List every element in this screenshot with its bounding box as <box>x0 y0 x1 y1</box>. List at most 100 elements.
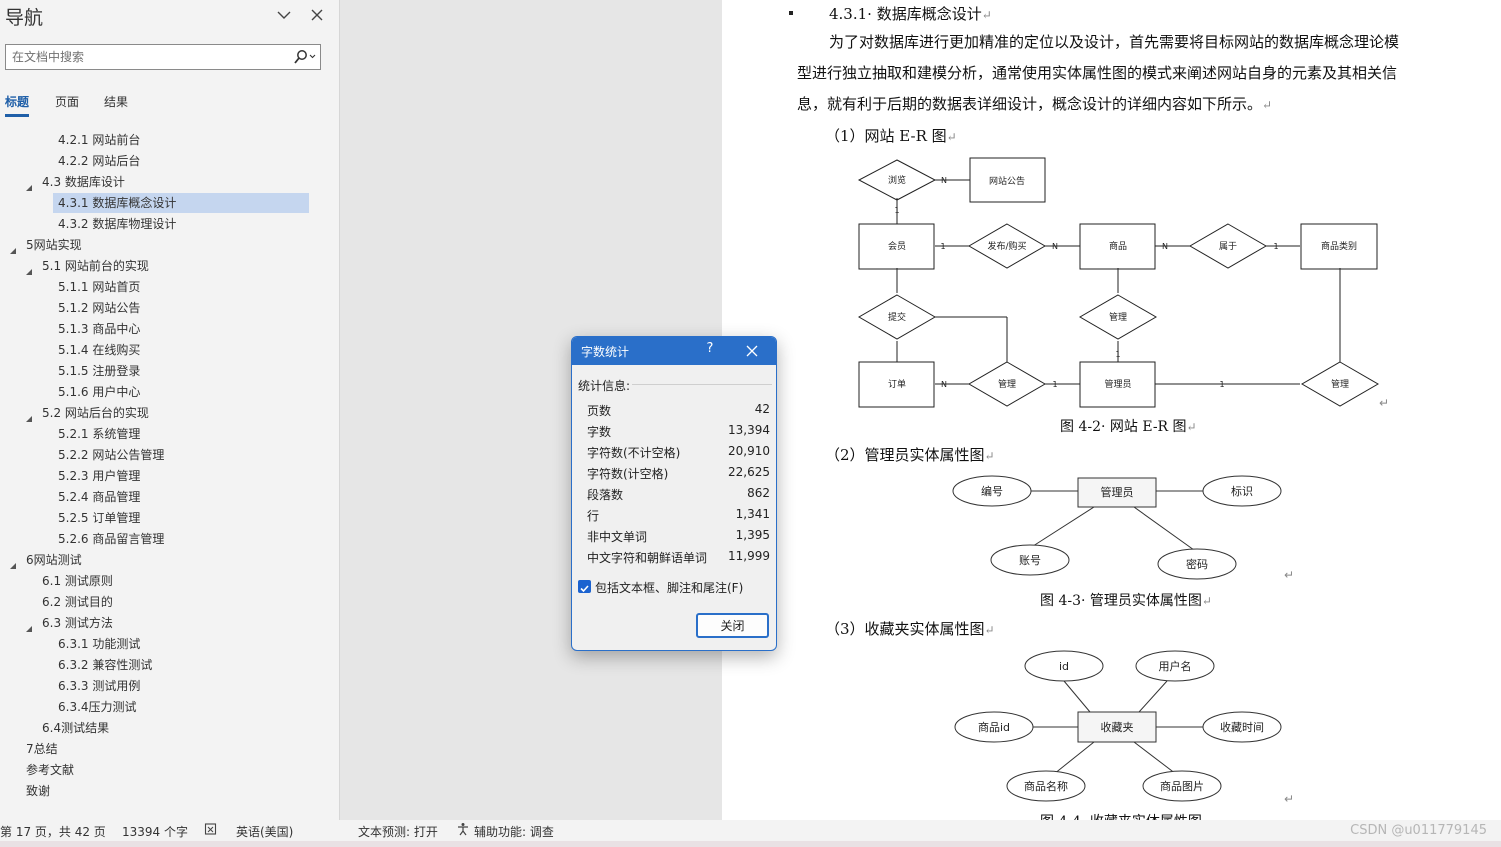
nav-heading-label: 5.1.3 商品中心 <box>58 322 141 336</box>
er-card: N <box>1052 242 1058 251</box>
er-label-browse: 浏览 <box>888 174 906 186</box>
stat-value: 22,625 <box>728 465 770 479</box>
fav-attr-label: 商品id <box>978 720 1010 734</box>
nav-heading-label: 5网站实现 <box>26 238 82 252</box>
collapse-caret-icon[interactable] <box>9 241 17 254</box>
caption-admin: 图 4-3· 管理员实体属性图↵ <box>1040 593 1212 609</box>
status-text-prediction[interactable]: 文本预测: 打开 <box>358 823 438 840</box>
fav-attr-label: 收藏时间 <box>1220 720 1264 734</box>
nav-heading-item[interactable]: 6.3 测试方法 <box>0 613 340 633</box>
nav-heading-item[interactable]: 6.3.1 功能测试 <box>0 634 340 654</box>
fav-attr-label: 商品名称 <box>1024 779 1068 793</box>
nav-heading-item[interactable]: 4.3 数据库设计 <box>0 172 340 192</box>
nav-heading-label: 4.3 数据库设计 <box>42 175 125 189</box>
nav-heading-item[interactable]: 6.3.4压力测试 <box>0 697 340 717</box>
stat-label: 字数 <box>587 425 612 439</box>
subheading-admin: （2）管理员实体属性图↵ <box>825 446 995 464</box>
nav-heading-item[interactable]: 5.2.6 商品留言管理 <box>0 529 340 549</box>
tab-headings[interactable]: 标题 <box>5 93 30 117</box>
heading-bullet <box>789 11 793 15</box>
er-card: 1 <box>1115 350 1120 359</box>
status-accessibility[interactable]: 辅助功能: 调查 <box>474 823 554 840</box>
paragraph-line-3: 息，就有利于后期的数据表详细设计，概念设计的详细内容如下所示。↵ <box>797 95 1273 113</box>
help-button[interactable]: ? <box>702 341 718 361</box>
include-footnotes-checkbox[interactable] <box>578 580 591 593</box>
nav-heading-item[interactable]: 5.1.2 网站公告 <box>0 298 340 318</box>
nav-heading-item[interactable]: 5.2.2 网站公告管理 <box>0 445 340 465</box>
collapse-caret-icon[interactable] <box>25 619 33 632</box>
search-icon[interactable] <box>290 48 318 66</box>
nav-heading-item[interactable]: 致谢 <box>0 781 340 801</box>
nav-heading-item[interactable]: 5.1.3 商品中心 <box>0 319 340 339</box>
nav-heading-label: 5.1.5 注册登录 <box>58 364 141 378</box>
er-card: 1 <box>894 206 899 215</box>
collapse-caret-icon[interactable] <box>25 262 33 275</box>
dialog-titlebar[interactable]: 字数统计 ? <box>572 337 776 365</box>
divider <box>632 384 772 385</box>
proofing-icon[interactable] <box>204 822 218 839</box>
nav-title: 导航 <box>5 7 44 29</box>
nav-heading-item[interactable]: 5.2 网站后台的实现 <box>0 403 340 423</box>
nav-heading-item[interactable]: 5.1.4 在线购买 <box>0 340 340 360</box>
stat-value: 1,395 <box>735 528 770 542</box>
nav-close-icon[interactable] <box>307 5 327 25</box>
nav-heading-item[interactable]: 5.1.6 用户中心 <box>0 382 340 402</box>
nav-heading-label: 5.2.1 系统管理 <box>58 427 141 441</box>
nav-heading-item[interactable]: 5.2.3 用户管理 <box>0 466 340 486</box>
status-page[interactable]: 第 17 页，共 42 页 <box>0 823 106 840</box>
nav-heading-item[interactable]: 5.1 网站前台的实现 <box>0 256 340 276</box>
stat-row: 行 1,341 <box>587 507 770 528</box>
nav-heading-label: 5.2.3 用户管理 <box>58 469 141 483</box>
stat-value: 862 <box>747 486 770 500</box>
nav-heading-label: 5.1.4 在线购买 <box>58 343 141 357</box>
er-label-admin: 管理员 <box>1104 378 1131 390</box>
stat-row: 字符数(计空格) 22,625 <box>587 465 770 486</box>
close-icon[interactable] <box>744 343 760 359</box>
nav-options-chevron-icon[interactable] <box>274 5 294 25</box>
fav-attr-label: id <box>1059 660 1069 673</box>
nav-heading-item[interactable]: 4.2.1 网站前台 <box>0 130 340 150</box>
stat-label: 字符数(计空格) <box>587 467 669 481</box>
nav-heading-item[interactable]: 5.2.5 订单管理 <box>0 508 340 528</box>
nav-heading-item[interactable]: 5.2.1 系统管理 <box>0 424 340 444</box>
collapse-caret-icon[interactable] <box>25 178 33 191</box>
section-heading: 4.3.1· 数据库概念设计↵ <box>829 5 992 23</box>
nav-heading-item[interactable]: 4.3.1 数据库概念设计 <box>0 193 340 213</box>
nav-heading-item[interactable]: 6网站测试 <box>0 550 340 570</box>
nav-heading-item[interactable]: 参考文献 <box>0 760 340 780</box>
nav-heading-item[interactable]: 5网站实现 <box>0 235 340 255</box>
nav-heading-item[interactable]: 6.1 测试原则 <box>0 571 340 591</box>
nav-heading-item[interactable]: 6.4测试结果 <box>0 718 340 738</box>
status-word-count[interactable]: 13394 个字 <box>122 823 188 840</box>
nav-heading-item[interactable]: 6.2 测试目的 <box>0 592 340 612</box>
nav-heading-item[interactable]: 5.2.4 商品管理 <box>0 487 340 507</box>
collapse-caret-icon[interactable] <box>25 409 33 422</box>
collapse-caret-icon[interactable] <box>9 556 17 569</box>
admin-para-mark: ↵ <box>1284 568 1295 582</box>
nav-heading-item[interactable]: 6.3.2 兼容性测试 <box>0 655 340 675</box>
nav-heading-label: 5.2.2 网站公告管理 <box>58 448 165 462</box>
nav-heading-item[interactable]: 4.3.2 数据库物理设计 <box>0 214 340 234</box>
er-label-manage-order: 管理 <box>998 378 1016 390</box>
document-page: 4.3.1· 数据库概念设计↵ 为了对数据库进行更加精准的定位以及设计，首先需要… <box>722 0 1501 820</box>
status-language[interactable]: 英语(美国) <box>236 823 293 840</box>
accessibility-icon[interactable] <box>456 822 470 839</box>
er-label-goods: 商品 <box>1109 240 1127 252</box>
nav-heading-item[interactable]: 5.1.5 注册登录 <box>0 361 340 381</box>
er-card: N <box>941 380 947 389</box>
nav-search-input[interactable] <box>6 45 286 69</box>
er-label-order: 订单 <box>888 378 906 390</box>
close-button[interactable]: 关闭 <box>696 613 769 638</box>
nav-heading-item[interactable]: 6.3.3 测试用例 <box>0 676 340 696</box>
favorites-attribute-diagram: 收藏夹 id 用户名 商品id 收藏时间 商品名称 商品图片 <box>954 650 1282 802</box>
stat-row: 中文字符和朝鲜语单词 11,999 <box>587 549 770 570</box>
stat-value: 42 <box>754 402 770 416</box>
nav-heading-item[interactable]: 5.1.1 网站首页 <box>0 277 340 297</box>
tab-pages[interactable]: 页面 <box>55 93 79 110</box>
stat-label: 非中文单词 <box>587 530 648 544</box>
nav-heading-item[interactable]: 7总结 <box>0 739 340 759</box>
include-footnotes-label[interactable]: 包括文本框、脚注和尾注(F) <box>595 579 743 596</box>
nav-heading-item[interactable]: 4.2.2 网站后台 <box>0 151 340 171</box>
tab-results[interactable]: 结果 <box>104 93 128 110</box>
er-card: 1 <box>940 242 945 251</box>
